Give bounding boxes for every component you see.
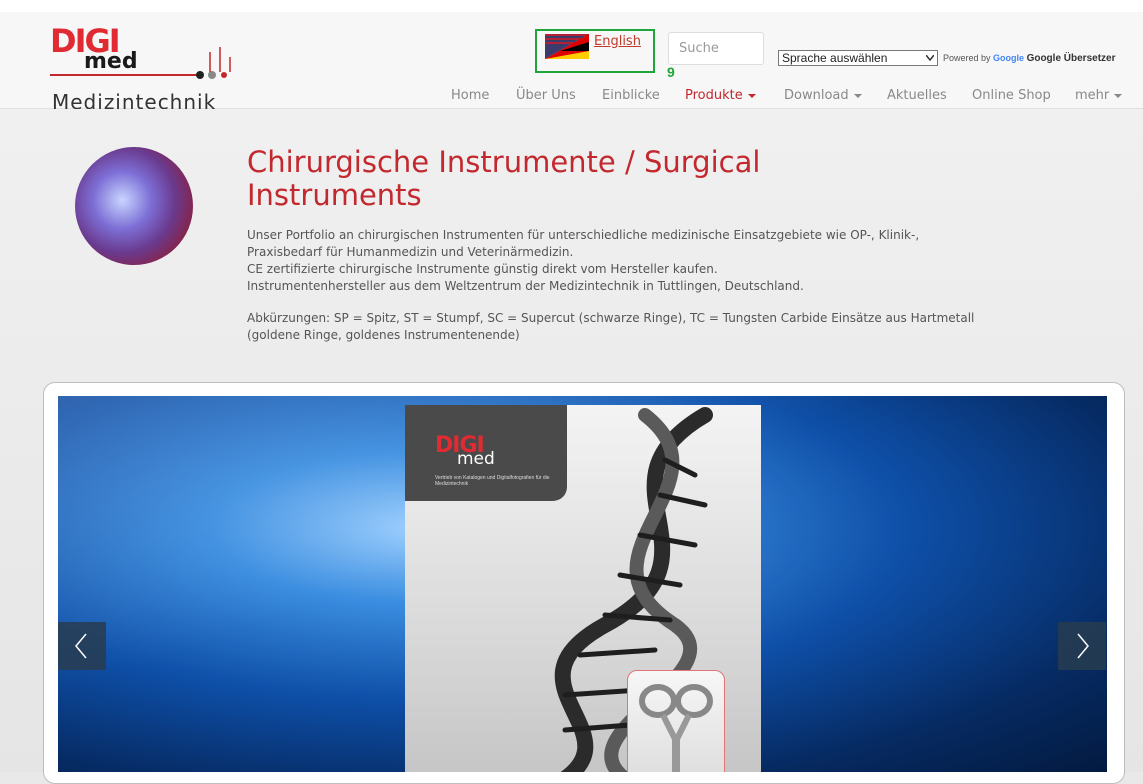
intro-text: Unser Portfolio an chirurgischen Instrum… bbox=[247, 227, 1007, 295]
category-image bbox=[75, 147, 193, 265]
nav-home-label: Home bbox=[451, 88, 490, 103]
nav-einblicke-label: Einblicke bbox=[602, 88, 660, 103]
intro-line: Praxisbedarf für Humanmedizin und Veteri… bbox=[247, 245, 574, 259]
carousel-next-button[interactable] bbox=[1058, 622, 1106, 670]
intro-line: Unser Portfolio an chirurgischen Instrum… bbox=[247, 228, 920, 242]
nav-einblicke[interactable]: Einblicke bbox=[602, 88, 660, 103]
search-input[interactable]: Suche bbox=[668, 32, 764, 65]
instrument-icon bbox=[639, 684, 713, 772]
nav-produkte-label: Produkte bbox=[685, 88, 743, 103]
logo-graphic: DIGI med bbox=[50, 22, 231, 79]
main-navigation: Home Über Uns Einblicke Produkte Downloa… bbox=[0, 88, 1143, 108]
catalog-brand-sub: med bbox=[457, 449, 495, 469]
language-select[interactable]: Sprache auswählen bbox=[778, 50, 938, 66]
catalog-subtitle: Vertrieb von Katalogen und Digitalfotogr… bbox=[435, 475, 550, 487]
language-select-label: Sprache auswählen bbox=[782, 51, 888, 65]
nav-mehr[interactable]: mehr bbox=[1075, 88, 1123, 103]
nav-ueber-uns-label: Über Uns bbox=[516, 88, 576, 103]
nav-aktuelles[interactable]: Aktuelles bbox=[887, 88, 947, 103]
google-logo: Google bbox=[993, 52, 1025, 63]
instrument-thumbnail bbox=[627, 670, 725, 772]
nav-home[interactable]: Home bbox=[451, 88, 489, 103]
carousel-slide[interactable]: DIGI med Vertrieb von Katalogen und Digi… bbox=[58, 396, 1107, 772]
intro-line: CE zertifizierte chirurgische Instrument… bbox=[247, 262, 718, 276]
catalog-header: DIGI med Vertrieb von Katalogen und Digi… bbox=[405, 405, 567, 501]
chevron-right-icon bbox=[1077, 633, 1089, 659]
google-translate: Sprache auswählen Powered by Google Goog… bbox=[778, 50, 1115, 66]
nav-online-shop-label: Online Shop bbox=[972, 88, 1051, 103]
highlight-number: 9 bbox=[667, 64, 675, 80]
abbreviations-text: Abkürzungen: SP = Spitz, ST = Stumpf, SC… bbox=[247, 311, 975, 342]
carousel-prev-button[interactable] bbox=[58, 622, 106, 670]
logo-brand-sub: med bbox=[84, 49, 138, 74]
nav-download-label: Download bbox=[784, 88, 849, 103]
nav-download[interactable]: Download bbox=[784, 88, 862, 103]
catalog-cover[interactable]: DIGI med Vertrieb von Katalogen und Digi… bbox=[405, 405, 761, 772]
nav-mehr-label: mehr bbox=[1075, 88, 1110, 103]
page-title: Chirurgische Instrumente / Surgical Inst… bbox=[247, 145, 761, 212]
nav-online-shop[interactable]: Online Shop bbox=[972, 88, 1051, 103]
caret-down-icon bbox=[747, 93, 756, 98]
chevron-left-icon bbox=[75, 633, 87, 659]
chevron-down-icon bbox=[926, 55, 934, 61]
nav-ueber-uns[interactable]: Über Uns bbox=[516, 88, 576, 103]
site-header: DIGI med Medizintechnik English 9 Suche … bbox=[0, 12, 1143, 114]
highlight-box bbox=[535, 29, 655, 73]
powered-by-text: Powered by Google Google Übersetzer bbox=[943, 53, 1115, 64]
caret-down-icon bbox=[853, 93, 862, 98]
intro-line: Instrumentenhersteller aus dem Weltzentr… bbox=[247, 279, 804, 293]
nav-produkte[interactable]: Produkte bbox=[685, 88, 756, 103]
google-translator-label[interactable]: Google Übersetzer bbox=[1027, 53, 1116, 64]
nav-aktuelles-label: Aktuelles bbox=[887, 88, 947, 103]
powered-by-label: Powered by bbox=[943, 52, 991, 63]
caret-down-icon bbox=[1114, 93, 1123, 98]
